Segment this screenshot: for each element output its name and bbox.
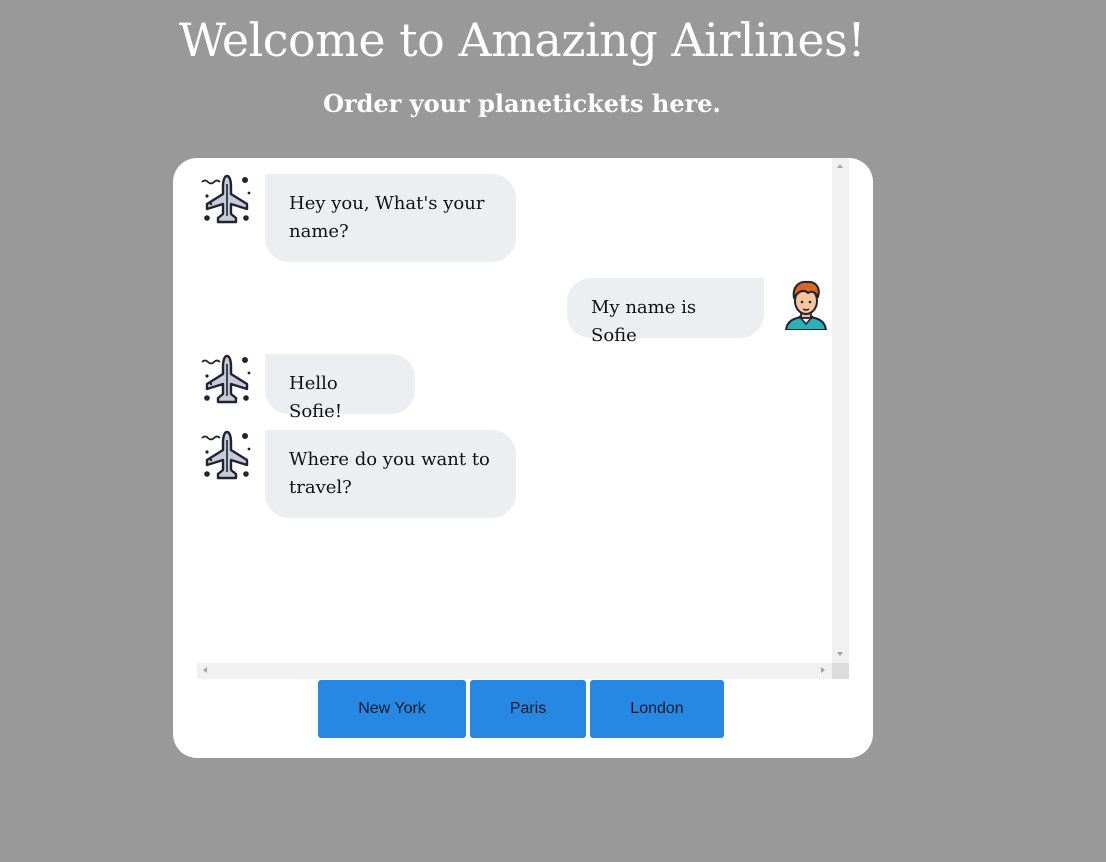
scrollbar-corner	[832, 663, 849, 679]
chat-messages[interactable]: Hey you, What's your name? My name is So…	[197, 158, 832, 663]
bot-message: Where do you want to travel?	[197, 430, 832, 520]
horizontal-scrollbar[interactable]	[197, 663, 832, 679]
message-bubble: Hello Sofie!	[265, 354, 415, 422]
message-bubble: My name is Sofie	[567, 278, 764, 346]
vertical-scrollbar[interactable]	[832, 158, 849, 663]
bot-message: Hello Sofie!	[197, 354, 832, 422]
option-london-button[interactable]: London	[590, 680, 724, 738]
chat-area: Hey you, What's your name? My name is So…	[197, 158, 849, 679]
airplane-icon	[201, 174, 251, 224]
option-buttons: New York Paris London	[173, 680, 873, 738]
airplane-icon	[201, 354, 251, 404]
option-new-york-button[interactable]: New York	[318, 680, 466, 738]
scroll-down-arrow-icon[interactable]	[837, 652, 843, 656]
airplane-icon	[201, 430, 251, 480]
scroll-left-arrow-icon[interactable]	[203, 667, 207, 673]
message-bubble: Hey you, What's your name?	[265, 174, 516, 262]
message-bubble: Where do you want to travel?	[265, 430, 516, 518]
scroll-right-arrow-icon[interactable]	[821, 667, 825, 673]
page-subtitle: Order your planetickets here.	[323, 89, 721, 118]
user-message: My name is Sofie	[197, 278, 832, 346]
scroll-up-arrow-icon[interactable]	[837, 164, 843, 168]
user-avatar-icon	[784, 280, 828, 330]
chat-card: Hey you, What's your name? My name is So…	[173, 158, 873, 758]
bot-message: Hey you, What's your name?	[197, 174, 832, 264]
page-title: Welcome to Amazing Airlines!	[178, 13, 866, 67]
option-paris-button[interactable]: Paris	[470, 680, 586, 738]
